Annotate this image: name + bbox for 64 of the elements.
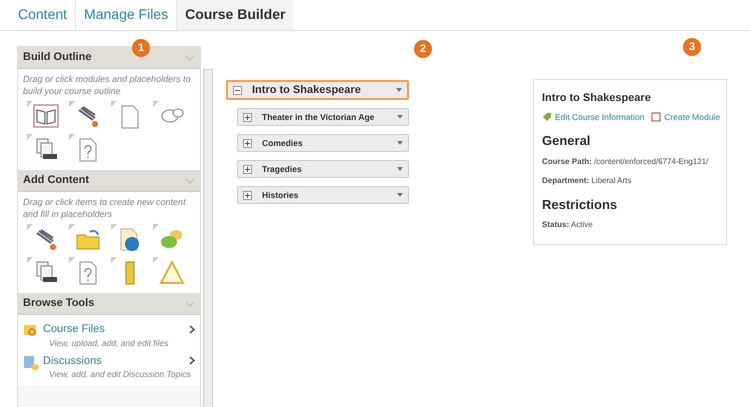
- corner-marker-icon: [153, 224, 159, 230]
- section-header[interactable]: Browse Tools: [18, 293, 200, 315]
- dropdown-caret-icon: [397, 115, 403, 119]
- corner-marker-icon: [111, 101, 117, 107]
- section-heading: Restrictions: [542, 196, 618, 214]
- plus-icon: [245, 140, 250, 146]
- chevron-icon: [185, 54, 195, 60]
- details-link[interactable]: Create Module: [664, 110, 720, 124]
- outline-item[interactable]: Theater in the Victorian Age: [237, 108, 409, 126]
- tab[interactable]: Content: [10, 0, 76, 30]
- section-description: Drag or click items to create new content and fill in placeholders: [23, 196, 187, 220]
- dropdown-caret-icon: [397, 167, 403, 171]
- chevron-icon: [185, 178, 195, 184]
- tool-link[interactable]: Course Files: [43, 321, 105, 338]
- scrollbar[interactable]: [203, 69, 213, 407]
- expand-icon[interactable]: [243, 164, 252, 174]
- corner-marker-icon: [27, 257, 33, 263]
- tab[interactable]: Course Builder: [177, 0, 294, 30]
- callout-badge: 3: [683, 38, 701, 56]
- tool-description: View, upload, add, and edit files: [48, 338, 170, 348]
- collapse-icon[interactable]: [233, 86, 242, 94]
- outline-item[interactable]: Comedies: [237, 134, 409, 152]
- dropdown-caret-icon: [397, 141, 403, 145]
- tag-icon: [542, 112, 552, 122]
- corner-marker-icon: [69, 257, 75, 263]
- plus-icon: [245, 114, 250, 120]
- outline-item[interactable]: Intro to Shakespeare: [226, 80, 409, 100]
- corner-marker-icon: [27, 134, 33, 140]
- dropdown-caret-icon: [397, 193, 403, 197]
- details-link[interactable]: Edit Course Information: [555, 110, 644, 124]
- expand-icon[interactable]: [243, 190, 252, 200]
- expand-icon[interactable]: [243, 112, 252, 122]
- detail-field: Department: Liberal Arts: [542, 174, 718, 187]
- corner-marker-icon: [153, 101, 159, 107]
- corner-marker-icon: [27, 224, 33, 230]
- detail-field: Status: Active: [542, 219, 718, 232]
- book-icon: [33, 104, 59, 130]
- course-title: Intro to Shakespeare: [542, 91, 652, 106]
- corner-marker-icon: [69, 134, 75, 140]
- corner-marker-icon: [153, 257, 159, 263]
- callout-badge: 2: [414, 40, 432, 58]
- corner-marker-icon: [69, 224, 75, 230]
- chevron-right-icon: [189, 324, 195, 334]
- corner-marker-icon: [111, 224, 117, 230]
- callout-badge: 1: [132, 39, 150, 57]
- section-header[interactable]: Add Content: [18, 170, 200, 192]
- section-description: Drag or click modules and placeholders to build your course outline: [23, 73, 192, 97]
- tool-link[interactable]: Discussions: [43, 352, 102, 369]
- dropdown-caret-icon: [396, 88, 402, 92]
- plus-icon: [245, 166, 250, 172]
- corner-marker-icon: [111, 257, 117, 263]
- tool-description: View, add, and edit Discussion Topics: [48, 369, 192, 380]
- corner-marker-icon: [27, 101, 33, 107]
- chevron-icon: [185, 300, 195, 306]
- chevron-right-icon: [189, 356, 195, 366]
- plus-icon: [245, 192, 250, 198]
- triangle-icon: [159, 260, 185, 286]
- outline-item[interactable]: Tragedies: [237, 160, 409, 178]
- detail-field: Course Path: /content/enforced/6774-Eng121/: [542, 156, 718, 168]
- outline-item[interactable]: Histories: [237, 186, 409, 204]
- corner-marker-icon: [69, 101, 75, 107]
- minus-icon: [235, 88, 240, 92]
- section-heading: General: [542, 132, 592, 150]
- expand-icon[interactable]: [243, 138, 252, 148]
